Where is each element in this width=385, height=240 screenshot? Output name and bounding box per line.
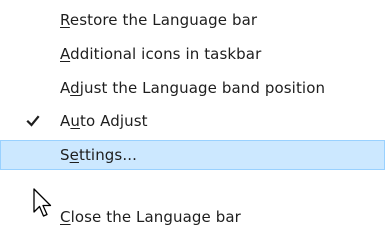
menu-item-label: Restore the Language bar bbox=[60, 11, 258, 29]
menu-item-additional-icons[interactable]: Additional icons in taskbar bbox=[0, 39, 385, 69]
menu-item-label: Auto Adjust bbox=[60, 112, 148, 130]
menu-item-settings[interactable]: Settings... bbox=[0, 140, 385, 170]
menu-item-label: Close the Language bar bbox=[60, 208, 241, 226]
menu-item-adjust-band-position[interactable]: Adjust the Language band position bbox=[0, 73, 385, 103]
menu-item-label: Adjust the Language band position bbox=[60, 79, 326, 97]
menu-item-close-language-bar[interactable]: Close the Language bar bbox=[0, 202, 385, 232]
menu-item-auto-adjust[interactable]: Auto Adjust bbox=[0, 106, 385, 136]
menu-item-restore-language-bar[interactable]: Restore the Language bar bbox=[0, 5, 385, 35]
menu-item-label: Settings... bbox=[60, 146, 137, 164]
checkmark-icon bbox=[26, 115, 40, 127]
menu-item-label: Additional icons in taskbar bbox=[60, 45, 262, 63]
language-bar-context-menu: Restore the Language bar Additional icon… bbox=[0, 0, 385, 240]
